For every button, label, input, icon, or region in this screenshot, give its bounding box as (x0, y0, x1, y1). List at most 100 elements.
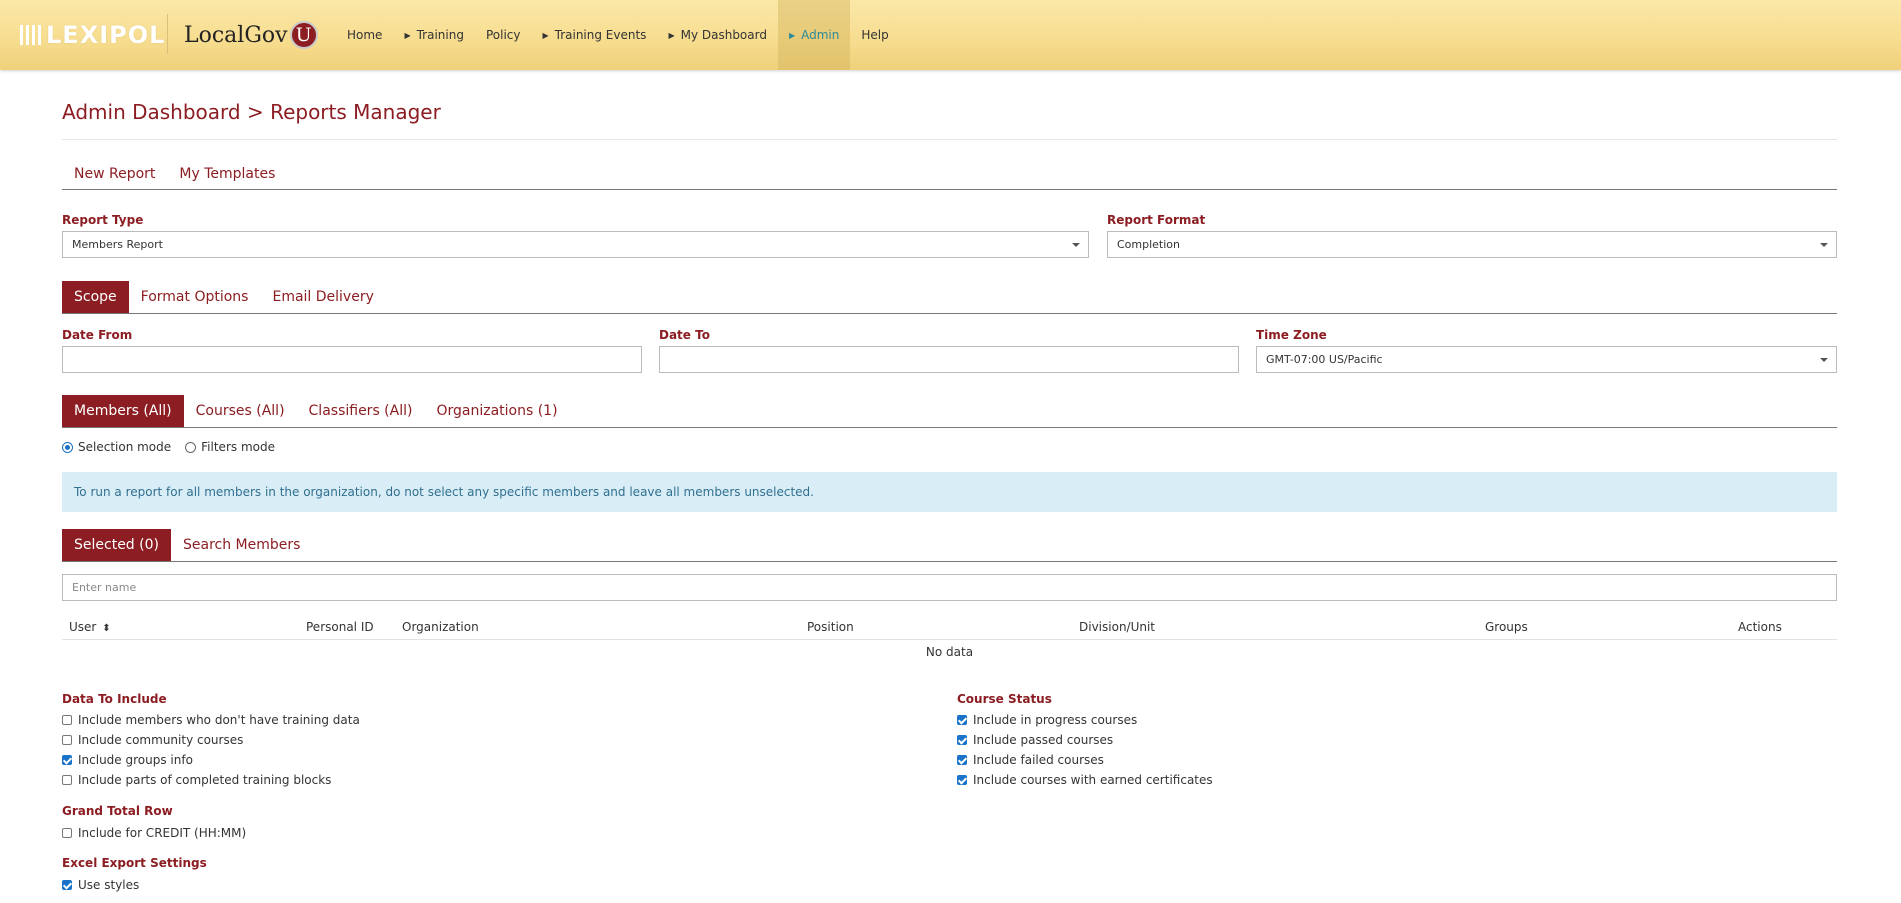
report-format-select[interactable]: Completion (1107, 231, 1837, 258)
column-division-unit: Division/Unit (1079, 620, 1156, 634)
checkbox-label: Include members who don't have training … (78, 713, 360, 727)
dropdown-arrow-icon (1072, 243, 1080, 247)
check-groups-info[interactable]: Include groups info (62, 753, 193, 767)
column-user[interactable]: User ⬍ (69, 620, 111, 634)
settings-tabs: Scope Format Options Email Delivery (62, 281, 1837, 314)
time-zone-label: Time Zone (1256, 328, 1327, 342)
excel-export-title: Excel Export Settings (62, 856, 207, 870)
column-personal-id: Personal ID (306, 620, 374, 634)
time-zone-select[interactable]: GMT-07:00 US/Pacific (1256, 346, 1837, 373)
checkbox-checked[interactable] (62, 880, 72, 890)
check-failed-courses[interactable]: Include failed courses (957, 753, 1104, 767)
tab-classifiers[interactable]: Classifiers (All) (297, 395, 425, 427)
tab-courses[interactable]: Courses (All) (184, 395, 297, 427)
selection-mode-radio[interactable] (62, 441, 73, 453)
localgov-logo[interactable]: LocalGov U (184, 18, 318, 52)
checkbox-label: Include passed courses (973, 733, 1114, 747)
checkbox-checked[interactable] (62, 755, 72, 765)
caret-right-icon: ▶ (788, 30, 796, 40)
checkbox-checked[interactable] (957, 715, 967, 725)
info-alert: To run a report for all members in the o… (62, 472, 1837, 512)
dropdown-arrow-icon (1820, 358, 1828, 362)
checkbox-checked[interactable] (957, 755, 967, 765)
checkbox[interactable] (62, 775, 72, 785)
report-type-value: Members Report (72, 238, 163, 251)
nav-home[interactable]: Home (336, 0, 393, 70)
checkbox-label: Include community courses (78, 733, 244, 747)
checkbox-label: Include failed courses (973, 753, 1104, 767)
check-use-styles[interactable]: Use styles (62, 878, 139, 892)
checkbox-checked[interactable] (957, 775, 967, 785)
caret-right-icon: ▶ (668, 30, 675, 40)
localgov-logo-text: LocalGov (184, 22, 288, 48)
nav-policy[interactable]: Policy (475, 0, 532, 70)
tab-organizations[interactable]: Organizations (1) (424, 395, 569, 427)
report-tabs: New Report My Templates (62, 158, 1837, 190)
report-format-value: Completion (1117, 238, 1181, 251)
tab-new-report[interactable]: New Report (62, 158, 167, 189)
column-actions: Actions (1738, 620, 1782, 634)
check-in-progress-courses[interactable]: Include in progress courses (957, 713, 1137, 727)
checkbox-label: Include in progress courses (973, 713, 1138, 727)
date-to-input[interactable] (659, 346, 1239, 373)
top-navbar: LEXIPOL LocalGov U Home ▶ Training Policy… (0, 0, 1901, 70)
tab-email-delivery[interactable]: Email Delivery (260, 281, 385, 313)
member-tabs: Selected (0) Search Members (62, 529, 1837, 562)
sort-icon: ⬍ (102, 623, 111, 634)
tab-search-members[interactable]: Search Members (171, 529, 312, 561)
title-divider (62, 139, 1837, 140)
checkbox-checked[interactable] (957, 735, 967, 745)
lexipol-logo[interactable]: LEXIPOL (20, 20, 165, 50)
tab-selected-members[interactable]: Selected (0) (62, 529, 171, 561)
nav-training-events[interactable]: ▶ Training Events (531, 0, 657, 70)
checkbox-label: Include for CREDIT (HH:MM) (78, 826, 247, 840)
filters-mode-radio[interactable] (185, 441, 197, 453)
checkbox[interactable] (62, 828, 72, 838)
report-format-label: Report Format (1107, 213, 1206, 227)
check-completed-training-blocks[interactable]: Include parts of completed training bloc… (62, 773, 331, 787)
nav-my-dashboard-label: My Dashboard (680, 28, 767, 42)
checkbox-label: Include courses with earned certificates (973, 773, 1213, 787)
check-passed-courses[interactable]: Include passed courses (957, 733, 1113, 747)
tab-members[interactable]: Members (All) (62, 395, 184, 427)
filters-mode-label: Filters mode (201, 440, 275, 454)
nav-help[interactable]: Help (850, 0, 899, 70)
logo-divider (167, 14, 168, 54)
lexipol-logo-text: LEXIPOL (46, 21, 166, 49)
report-type-label: Report Type (62, 213, 144, 227)
nav-admin-label: Admin (801, 28, 840, 42)
nav-my-dashboard[interactable]: ▶ My Dashboard (657, 0, 778, 70)
date-from-label: Date From (62, 328, 133, 342)
tab-scope[interactable]: Scope (62, 281, 129, 313)
table-empty-text: No data (925, 645, 974, 659)
scope-tabs: Members (All) Courses (All) Classifiers … (62, 395, 1837, 428)
date-from-input[interactable] (62, 346, 642, 373)
localgov-u-badge: U (289, 21, 318, 49)
name-filter-input[interactable] (62, 574, 1837, 601)
data-to-include-title: Data To Include (62, 692, 167, 706)
check-credit-total[interactable]: Include for CREDIT (HH:MM) (62, 826, 246, 840)
nav-home-label: Home (347, 28, 383, 42)
column-groups: Groups (1485, 620, 1528, 634)
nav-help-label: Help (861, 28, 889, 42)
check-earned-certificates[interactable]: Include courses with earned certificates (957, 773, 1213, 787)
checkbox[interactable] (62, 715, 72, 725)
members-table-header: User ⬍ Personal ID Organization Position… (62, 616, 1837, 640)
tab-format-options[interactable]: Format Options (129, 281, 261, 313)
tab-my-templates[interactable]: My Templates (167, 158, 287, 189)
dropdown-arrow-icon (1820, 243, 1828, 247)
nav-training[interactable]: ▶ Training (393, 0, 475, 70)
checkbox[interactable] (62, 735, 72, 745)
date-to-label: Date To (659, 328, 710, 342)
pillars-icon (20, 23, 42, 47)
report-type-select[interactable]: Members Report (62, 231, 1089, 258)
info-alert-text: To run a report for all members in the o… (74, 485, 814, 499)
checkbox-label: Use styles (78, 878, 140, 892)
column-position: Position (807, 620, 854, 634)
mode-radio-group: Selection mode Filters mode (62, 440, 275, 454)
nav-training-label: Training (416, 28, 464, 42)
column-user-label: User (69, 620, 97, 634)
nav-admin[interactable]: ▶ Admin (777, 0, 851, 70)
check-community-courses[interactable]: Include community courses (62, 733, 243, 747)
check-members-no-training[interactable]: Include members who don't have training … (62, 713, 360, 727)
